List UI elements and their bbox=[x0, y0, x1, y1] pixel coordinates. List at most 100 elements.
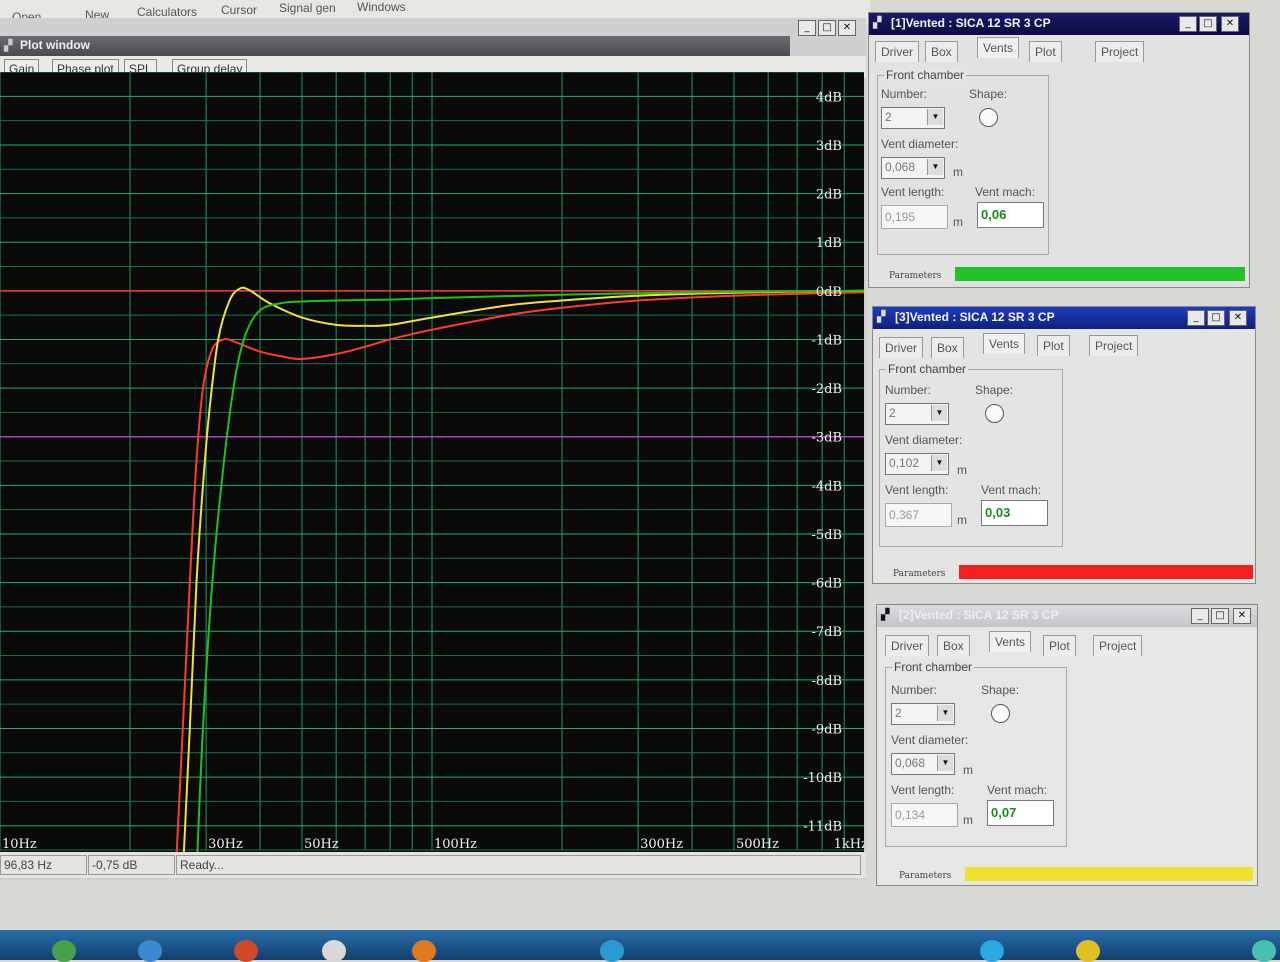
panel-titlebar[interactable]: ▞ [1]Vented : SICA 12 SR 3 CP _ □ ✕ bbox=[869, 13, 1249, 35]
gain-chart[interactable]: 4dB 3dB 2dB 1dB 0dB -1dB -2dB -3dB -4dB -5dB -6dB -… bbox=[0, 72, 864, 852]
y-tick-label: -7dB bbox=[811, 625, 842, 640]
y-tick-label: -4dB bbox=[811, 479, 842, 494]
media-icon[interactable] bbox=[52, 940, 76, 962]
parameters-bar bbox=[955, 267, 1245, 281]
vent-diameter-select[interactable]: 0,068 ▼ bbox=[881, 157, 945, 179]
drive-icon[interactable] bbox=[1076, 940, 1100, 962]
close-icon[interactable]: ✕ bbox=[1221, 16, 1239, 32]
tab-driver[interactable]: Driver bbox=[879, 337, 923, 358]
shape-circle-icon[interactable] bbox=[985, 404, 1004, 423]
tab-plot[interactable]: Plot bbox=[1037, 335, 1070, 356]
chrome-icon[interactable] bbox=[234, 940, 258, 962]
y-tick-label: -11dB bbox=[803, 820, 842, 835]
x-tick-label: 300Hz bbox=[640, 837, 683, 852]
menu-calculators[interactable]: Calculators bbox=[137, 5, 197, 19]
vent-number-select[interactable]: 2 ▼ bbox=[891, 703, 955, 725]
unit-label: m bbox=[953, 165, 963, 179]
x-tick-label: 50Hz bbox=[304, 837, 339, 852]
vent-length-field[interactable]: 0,195 bbox=[881, 205, 948, 229]
chevron-down-icon: ▼ bbox=[927, 159, 943, 175]
minimize-icon[interactable]: _ bbox=[798, 20, 816, 36]
tab-plot[interactable]: Plot bbox=[1029, 41, 1062, 62]
vent-diameter-select[interactable]: 0,102 ▼ bbox=[885, 453, 949, 475]
menu-windows[interactable]: Windows bbox=[357, 0, 406, 14]
plot-titlebar[interactable]: ▞ Plot window bbox=[0, 36, 790, 56]
panel-title: [1]Vented : SICA 12 SR 3 CP bbox=[891, 16, 1051, 30]
chevron-down-icon: ▼ bbox=[931, 455, 947, 471]
x-tick-label: 500Hz bbox=[736, 837, 779, 852]
number-label: Number: bbox=[891, 683, 938, 697]
plot-window-controls: _ □ ✕ bbox=[790, 18, 866, 38]
tab-driver[interactable]: Driver bbox=[885, 635, 929, 656]
shape-label: Shape: bbox=[981, 683, 1020, 697]
vent-length-field[interactable]: 0,367 bbox=[885, 503, 952, 527]
maximize-icon[interactable]: □ bbox=[818, 20, 836, 36]
y-tick-label: -5dB bbox=[811, 528, 842, 543]
diameter-label: Vent diameter: bbox=[891, 733, 969, 747]
y-tick-label: -9dB bbox=[811, 722, 842, 737]
parameters-label: Parameters bbox=[889, 271, 942, 281]
panel-title: [3]Vented : SICA 12 SR 3 CP bbox=[895, 310, 1055, 324]
vent-panel-3: ▞ [3]Vented : SICA 12 SR 3 CP _ □ ✕ Driv… bbox=[872, 306, 1256, 584]
vent-number-select[interactable]: 2 ▼ bbox=[885, 403, 949, 425]
tab-box[interactable]: Box bbox=[925, 41, 958, 62]
close-icon[interactable]: ✕ bbox=[1229, 310, 1247, 326]
plot-window-title: Plot window bbox=[20, 38, 90, 52]
tab-driver[interactable]: Driver bbox=[875, 41, 919, 62]
status-message: Ready... bbox=[176, 855, 861, 875]
app-icon[interactable] bbox=[1252, 940, 1276, 962]
tab-vents[interactable]: Vents bbox=[989, 631, 1032, 652]
tab-box[interactable]: Box bbox=[937, 635, 970, 656]
chevron-down-icon: ▼ bbox=[927, 109, 943, 125]
tab-project[interactable]: Project bbox=[1093, 635, 1143, 656]
unit-label: m bbox=[963, 763, 973, 777]
maximize-icon[interactable]: □ bbox=[1211, 608, 1229, 624]
x-tick-label: 30Hz bbox=[208, 837, 243, 852]
minimize-icon[interactable]: _ bbox=[1191, 608, 1209, 624]
panel-titlebar[interactable]: ▞ [2]Vented : SICA 12 SR 3 CP _ □ ✕ bbox=[877, 605, 1257, 627]
y-tick-label: 4dB bbox=[816, 90, 842, 105]
status-bar: 96,83 Hz -0,75 dB Ready... bbox=[0, 852, 866, 878]
tab-project[interactable]: Project bbox=[1095, 41, 1145, 62]
app-icon[interactable] bbox=[138, 940, 162, 962]
number-label: Number: bbox=[885, 383, 932, 397]
tab-vents[interactable]: Vents bbox=[983, 333, 1026, 354]
maximize-icon[interactable]: □ bbox=[1207, 310, 1225, 326]
minimize-icon[interactable]: _ bbox=[1179, 16, 1197, 32]
vent-panel-2: ▞ [2]Vented : SICA 12 SR 3 CP _ □ ✕ Driv… bbox=[876, 604, 1258, 886]
shape-label: Shape: bbox=[975, 383, 1014, 397]
unit-label: m bbox=[963, 813, 973, 827]
minimize-icon[interactable]: _ bbox=[1187, 310, 1205, 326]
close-icon[interactable]: ✕ bbox=[1233, 608, 1251, 624]
app-icon[interactable] bbox=[600, 940, 624, 962]
vent-number-select[interactable]: 2 ▼ bbox=[881, 107, 945, 129]
mach-label: Vent mach: bbox=[975, 185, 1036, 199]
panel-title: [2]Vented : SICA 12 SR 3 CP bbox=[899, 608, 1059, 622]
close-icon[interactable]: ✕ bbox=[838, 20, 856, 36]
window-icon: ▞ bbox=[4, 40, 13, 52]
skype-icon[interactable] bbox=[980, 940, 1004, 962]
app-icon[interactable] bbox=[322, 940, 346, 962]
y-tick-label: -8dB bbox=[811, 674, 842, 689]
tab-vents[interactable]: Vents bbox=[977, 37, 1020, 58]
tab-project[interactable]: Project bbox=[1089, 335, 1139, 356]
vent-mach-value: 0,03 bbox=[981, 500, 1048, 526]
group-title: Front chamber bbox=[886, 362, 969, 376]
app-icon[interactable] bbox=[412, 940, 436, 962]
tab-plot[interactable]: Plot bbox=[1043, 635, 1076, 656]
shape-label: Shape: bbox=[969, 87, 1008, 101]
tab-box[interactable]: Box bbox=[931, 337, 964, 358]
cursor-frequency: 96,83 Hz bbox=[0, 855, 87, 875]
vent-length-field[interactable]: 0,134 bbox=[891, 803, 958, 827]
vent-diameter-select[interactable]: 0,068 ▼ bbox=[891, 753, 955, 775]
parameters-bar bbox=[959, 565, 1253, 579]
shape-circle-icon[interactable] bbox=[979, 108, 998, 127]
window-icon: ▞ bbox=[881, 609, 890, 621]
menu-signal-gen[interactable]: Signal gen bbox=[279, 1, 336, 15]
menu-cursor[interactable]: Cursor bbox=[221, 3, 257, 17]
shape-circle-icon[interactable] bbox=[991, 704, 1010, 723]
maximize-icon[interactable]: □ bbox=[1199, 16, 1217, 32]
y-tick-label: -6dB bbox=[811, 577, 842, 592]
mach-label: Vent mach: bbox=[987, 783, 1048, 797]
panel-titlebar[interactable]: ▞ [3]Vented : SICA 12 SR 3 CP _ □ ✕ bbox=[873, 307, 1255, 329]
